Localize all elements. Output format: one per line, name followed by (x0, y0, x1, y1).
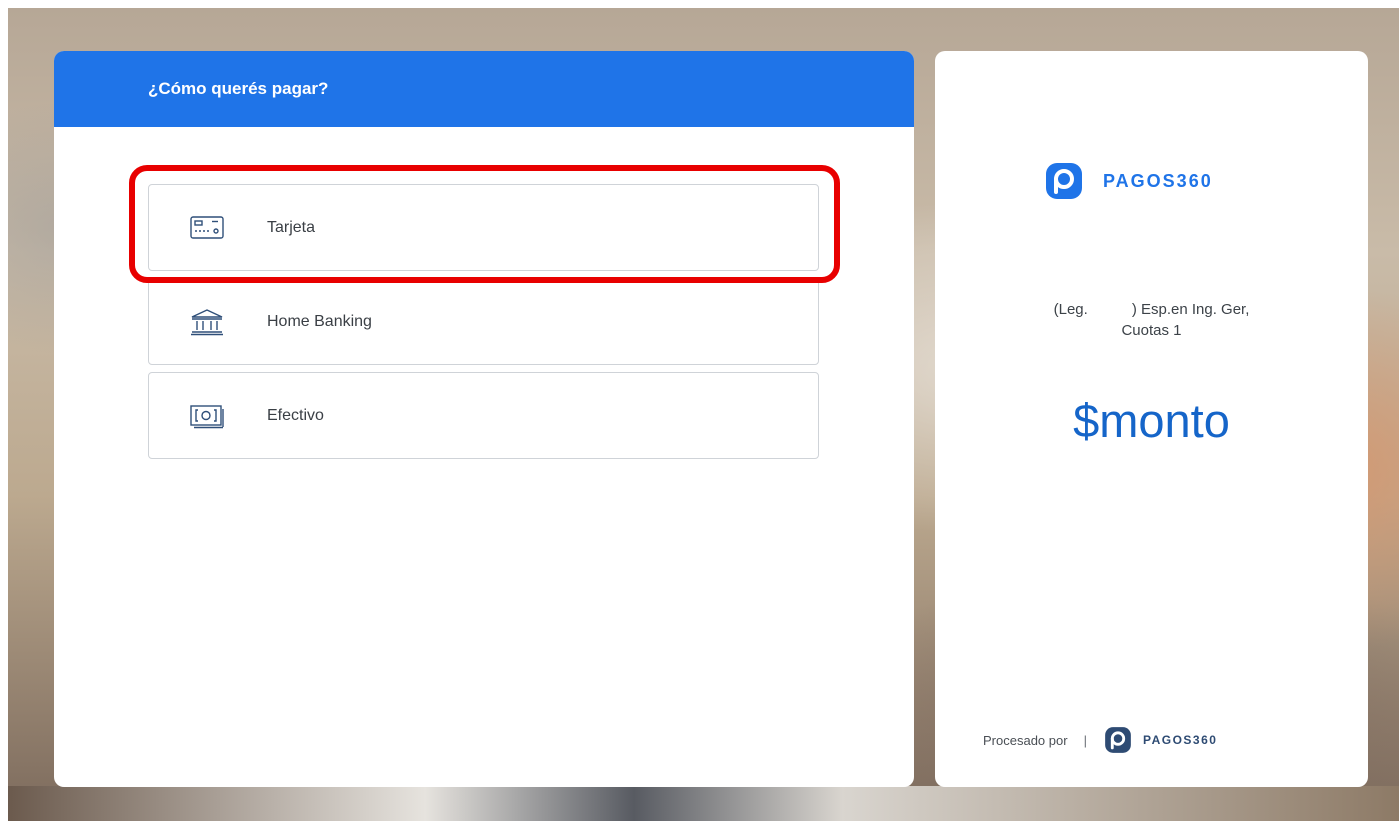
pagos360-logo-icon (1046, 163, 1082, 199)
brand-logo: PAGOS360 (1043, 160, 1213, 202)
option-label: Tarjeta (267, 218, 316, 236)
order-description: (Leg. ) Esp.en Ing. Ger, Cuotas 1 (935, 299, 1368, 341)
description-line2: Cuotas 1 (1121, 322, 1182, 339)
background-photo-bottom (8, 786, 1399, 821)
option-label: Efectivo (267, 406, 324, 424)
option-tarjeta[interactable]: Tarjeta (148, 184, 819, 271)
description-suffix: ) Esp.en Ing. Ger, (1131, 301, 1250, 318)
option-label: Home Banking (267, 312, 372, 330)
processed-by-label: Procesado por (983, 732, 1068, 748)
amount-value: $monto (1073, 394, 1230, 447)
option-efectivo[interactable]: Efectivo (148, 372, 819, 459)
footer-separator: | (1083, 732, 1087, 748)
option-home-banking[interactable]: Home Banking (148, 278, 819, 365)
pagos360-footer-logo-icon (1105, 727, 1131, 753)
footer-brand-name: PAGOS360 (1142, 733, 1218, 747)
payment-method-card: ¿Cómo querés pagar? Tarjeta Home Banking… (54, 51, 914, 787)
processed-by-footer: Procesado por | PAGOS360 (983, 725, 1217, 755)
payment-options-list: Tarjeta Home Banking Efectivo (148, 184, 819, 466)
brand-name: PAGOS360 (1103, 170, 1213, 191)
bank-icon (187, 306, 227, 338)
payment-header: ¿Cómo querés pagar? (54, 51, 914, 127)
description-prefix: (Leg. (1053, 301, 1088, 318)
credit-card-icon (187, 212, 227, 244)
cash-icon (187, 400, 227, 432)
order-summary-card: PAGOS360 (Leg. ) Esp.en Ing. Ger, Cuotas … (935, 51, 1368, 787)
page-title: ¿Cómo querés pagar? (148, 79, 329, 98)
